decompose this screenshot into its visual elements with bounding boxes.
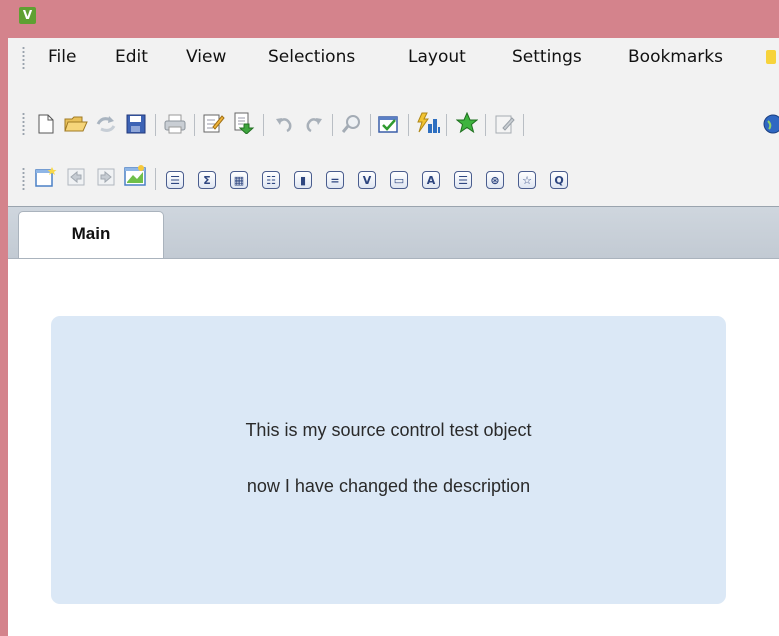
toolbar-separator	[194, 114, 195, 136]
toolbar-separator	[446, 114, 447, 136]
toolbar-grip[interactable]	[22, 112, 25, 136]
chart-wizard-icon[interactable]	[416, 111, 440, 135]
save-icon[interactable]	[124, 112, 148, 136]
print-icon[interactable]	[163, 112, 187, 136]
reload-icon[interactable]	[94, 112, 118, 136]
undo-icon[interactable]	[272, 112, 296, 136]
menu-view[interactable]: View	[186, 47, 226, 67]
text-object-icon[interactable]: A	[422, 171, 440, 189]
text-object[interactable]: This is my source control test object no…	[51, 316, 726, 604]
demote-sheet-icon[interactable]	[94, 165, 118, 189]
menu-file[interactable]: File	[48, 47, 76, 67]
multi-box-icon[interactable]: ☷	[262, 171, 280, 189]
qlikview-window: V File Edit View Selections Layout Setti…	[0, 0, 779, 636]
edit-module-icon[interactable]	[493, 112, 517, 136]
toolbar-separator	[155, 168, 156, 190]
text-object-line-2: now I have changed the description	[246, 476, 531, 496]
toolbar-separator	[408, 114, 409, 136]
search-icon[interactable]	[340, 112, 364, 136]
line-arrow-icon[interactable]: ☰	[454, 171, 472, 189]
input-box-icon[interactable]: =	[326, 171, 344, 189]
statistics-box-icon[interactable]: Σ	[198, 171, 216, 189]
open-folder-icon[interactable]	[64, 111, 88, 135]
bookmark-star-icon[interactable]	[455, 111, 479, 135]
text-object-line-1: This is my source control test object	[245, 420, 532, 440]
tab-main[interactable]: Main	[18, 211, 164, 259]
help-globe-icon[interactable]	[758, 112, 779, 136]
listbox-icon[interactable]: ☰	[166, 171, 184, 189]
chart-icon[interactable]: ▮	[294, 171, 312, 189]
current-selections-icon[interactable]: V	[358, 171, 376, 189]
toolbar-separator	[485, 114, 486, 136]
toolbar-separator	[155, 114, 156, 136]
reload-data-icon[interactable]	[232, 111, 256, 135]
slider-icon[interactable]: ⊛	[486, 171, 504, 189]
new-sheet-icon[interactable]	[34, 165, 58, 189]
app-icon[interactable]: V	[19, 7, 36, 24]
menu-selections[interactable]: Selections	[268, 47, 355, 67]
sheet-properties-icon[interactable]	[124, 164, 148, 188]
button-icon[interactable]: ▭	[390, 171, 408, 189]
menu-grip[interactable]	[22, 46, 25, 70]
toolbar-grip[interactable]	[22, 167, 25, 191]
edit-script-icon[interactable]	[202, 111, 226, 135]
toolbar-separator	[523, 114, 524, 136]
new-document-icon[interactable]	[34, 112, 58, 136]
menu-layout[interactable]: Layout	[408, 47, 466, 67]
table-box-icon[interactable]: ▦	[230, 171, 248, 189]
select-fields-icon[interactable]	[377, 112, 401, 136]
title-bar[interactable]	[0, 0, 779, 38]
menu-edit[interactable]: Edit	[115, 47, 148, 67]
search-object-icon[interactable]: Q	[550, 171, 568, 189]
toolbar-separator	[332, 114, 333, 136]
menu-settings[interactable]: Settings	[512, 47, 582, 67]
bookmark-object-icon[interactable]: ☆	[518, 171, 536, 189]
window-border	[0, 0, 8, 636]
toolbar-separator	[263, 114, 264, 136]
menu-bookmarks[interactable]: Bookmarks	[628, 47, 723, 67]
promote-sheet-icon[interactable]	[64, 165, 88, 189]
toolbar-separator	[370, 114, 371, 136]
menu-overflow-icon[interactable]	[766, 50, 776, 64]
redo-icon[interactable]	[302, 112, 326, 136]
